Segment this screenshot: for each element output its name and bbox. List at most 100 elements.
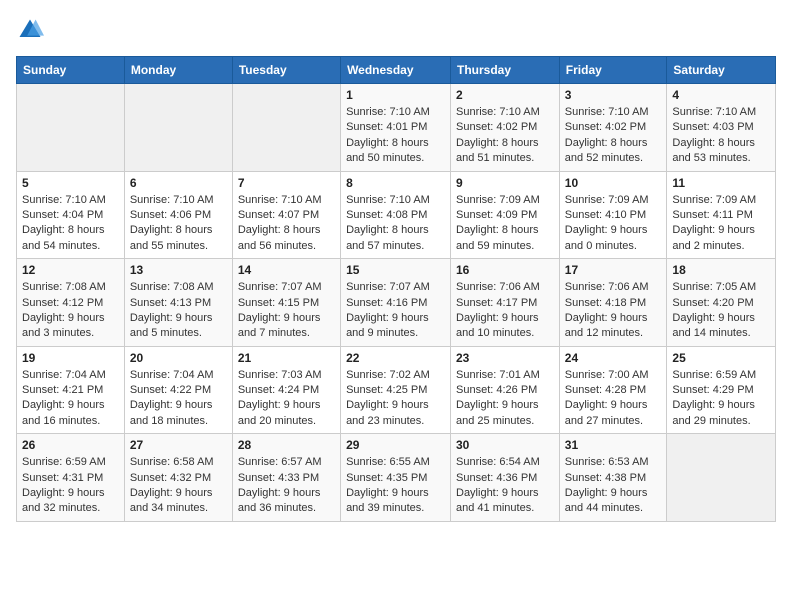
calendar-day-cell: 30 Sunrise: 6:54 AM Sunset: 4:36 PM Dayli… <box>451 434 560 522</box>
day-number: 29 <box>346 438 445 452</box>
day-info: Sunrise: 7:02 AM Sunset: 4:25 PM Dayligh… <box>346 368 445 430</box>
calendar-day-cell <box>232 84 340 172</box>
calendar-day-cell: 16 Sunrise: 7:06 AM Sunset: 4:17 PM Dayli… <box>451 259 560 347</box>
calendar-day-cell: 1 Sunrise: 7:10 AM Sunset: 4:01 PM Daylig… <box>341 84 451 172</box>
day-number: 17 <box>565 263 662 277</box>
day-number: 30 <box>456 438 554 452</box>
day-number: 6 <box>130 176 227 190</box>
day-info: Sunrise: 6:58 AM Sunset: 4:32 PM Dayligh… <box>130 455 227 517</box>
calendar-week-row: 19 Sunrise: 7:04 AM Sunset: 4:21 PM Dayli… <box>17 346 776 434</box>
day-info: Sunrise: 7:06 AM Sunset: 4:18 PM Dayligh… <box>565 280 662 342</box>
calendar-day-cell: 10 Sunrise: 7:09 AM Sunset: 4:10 PM Dayli… <box>559 171 667 259</box>
logo <box>16 16 46 44</box>
day-of-week-header: Friday <box>559 57 667 84</box>
calendar-day-cell: 13 Sunrise: 7:08 AM Sunset: 4:13 PM Dayli… <box>124 259 232 347</box>
day-info: Sunrise: 7:10 AM Sunset: 4:07 PM Dayligh… <box>238 193 335 255</box>
day-number: 10 <box>565 176 662 190</box>
day-of-week-header: Wednesday <box>341 57 451 84</box>
page-header <box>16 16 776 44</box>
day-info: Sunrise: 6:57 AM Sunset: 4:33 PM Dayligh… <box>238 455 335 517</box>
calendar-day-cell: 20 Sunrise: 7:04 AM Sunset: 4:22 PM Dayli… <box>124 346 232 434</box>
day-info: Sunrise: 7:10 AM Sunset: 4:03 PM Dayligh… <box>672 105 770 167</box>
day-info: Sunrise: 7:08 AM Sunset: 4:13 PM Dayligh… <box>130 280 227 342</box>
day-number: 1 <box>346 88 445 102</box>
day-of-week-header: Thursday <box>451 57 560 84</box>
day-number: 9 <box>456 176 554 190</box>
calendar-day-cell: 17 Sunrise: 7:06 AM Sunset: 4:18 PM Dayli… <box>559 259 667 347</box>
day-number: 16 <box>456 263 554 277</box>
day-info: Sunrise: 7:10 AM Sunset: 4:04 PM Dayligh… <box>22 193 119 255</box>
calendar-header-row: SundayMondayTuesdayWednesdayThursdayFrid… <box>17 57 776 84</box>
calendar-day-cell: 5 Sunrise: 7:10 AM Sunset: 4:04 PM Daylig… <box>17 171 125 259</box>
calendar-day-cell: 2Sunrise: 7:10 AM Sunset: 4:02 PM Daylig… <box>451 84 560 172</box>
day-number: 5 <box>22 176 119 190</box>
day-number: 26 <box>22 438 119 452</box>
calendar-day-cell: 3 Sunrise: 7:10 AM Sunset: 4:02 PM Daylig… <box>559 84 667 172</box>
day-info: Sunrise: 6:55 AM Sunset: 4:35 PM Dayligh… <box>346 455 445 517</box>
day-number: 2 <box>456 88 554 102</box>
day-number: 7 <box>238 176 335 190</box>
day-info: Sunrise: 7:09 AM Sunset: 4:11 PM Dayligh… <box>672 193 770 255</box>
day-number: 12 <box>22 263 119 277</box>
day-info: Sunrise: 7:05 AM Sunset: 4:20 PM Dayligh… <box>672 280 770 342</box>
day-number: 15 <box>346 263 445 277</box>
day-number: 25 <box>672 351 770 365</box>
calendar-day-cell: 7 Sunrise: 7:10 AM Sunset: 4:07 PM Daylig… <box>232 171 340 259</box>
day-info: Sunrise: 7:03 AM Sunset: 4:24 PM Dayligh… <box>238 368 335 430</box>
day-number: 3 <box>565 88 662 102</box>
day-number: 19 <box>22 351 119 365</box>
calendar-week-row: 12 Sunrise: 7:08 AM Sunset: 4:12 PM Dayli… <box>17 259 776 347</box>
day-info: Sunrise: 7:09 AM Sunset: 4:10 PM Dayligh… <box>565 193 662 255</box>
day-number: 13 <box>130 263 227 277</box>
calendar-day-cell: 12 Sunrise: 7:08 AM Sunset: 4:12 PM Dayli… <box>17 259 125 347</box>
day-number: 27 <box>130 438 227 452</box>
calendar-day-cell: 29 Sunrise: 6:55 AM Sunset: 4:35 PM Dayli… <box>341 434 451 522</box>
day-number: 28 <box>238 438 335 452</box>
calendar-day-cell: 8Sunrise: 7:10 AM Sunset: 4:08 PM Daylig… <box>341 171 451 259</box>
day-info: Sunrise: 7:09 AM Sunset: 4:09 PM Dayligh… <box>456 193 554 255</box>
calendar-table: SundayMondayTuesdayWednesdayThursdayFrid… <box>16 56 776 522</box>
day-info: Sunrise: 7:06 AM Sunset: 4:17 PM Dayligh… <box>456 280 554 342</box>
day-info: Sunrise: 7:08 AM Sunset: 4:12 PM Dayligh… <box>22 280 119 342</box>
calendar-day-cell: 24Sunrise: 7:00 AM Sunset: 4:28 PM Dayli… <box>559 346 667 434</box>
day-number: 31 <box>565 438 662 452</box>
day-number: 24 <box>565 351 662 365</box>
day-of-week-header: Sunday <box>17 57 125 84</box>
day-of-week-header: Saturday <box>667 57 776 84</box>
day-info: Sunrise: 6:54 AM Sunset: 4:36 PM Dayligh… <box>456 455 554 517</box>
day-info: Sunrise: 7:07 AM Sunset: 4:15 PM Dayligh… <box>238 280 335 342</box>
calendar-day-cell <box>17 84 125 172</box>
day-of-week-header: Tuesday <box>232 57 340 84</box>
day-number: 23 <box>456 351 554 365</box>
calendar-day-cell: 9 Sunrise: 7:09 AM Sunset: 4:09 PM Daylig… <box>451 171 560 259</box>
calendar-day-cell <box>667 434 776 522</box>
logo-icon <box>16 16 44 44</box>
calendar-day-cell: 27 Sunrise: 6:58 AM Sunset: 4:32 PM Dayli… <box>124 434 232 522</box>
day-info: Sunrise: 6:59 AM Sunset: 4:29 PM Dayligh… <box>672 368 770 430</box>
day-info: Sunrise: 7:04 AM Sunset: 4:21 PM Dayligh… <box>22 368 119 430</box>
day-info: Sunrise: 7:01 AM Sunset: 4:26 PM Dayligh… <box>456 368 554 430</box>
day-info: Sunrise: 7:10 AM Sunset: 4:02 PM Dayligh… <box>565 105 662 167</box>
calendar-day-cell: 31Sunrise: 6:53 AM Sunset: 4:38 PM Dayli… <box>559 434 667 522</box>
day-info: Sunrise: 6:59 AM Sunset: 4:31 PM Dayligh… <box>22 455 119 517</box>
calendar-day-cell: 22Sunrise: 7:02 AM Sunset: 4:25 PM Dayli… <box>341 346 451 434</box>
calendar-day-cell: 11 Sunrise: 7:09 AM Sunset: 4:11 PM Dayli… <box>667 171 776 259</box>
calendar-week-row: 1 Sunrise: 7:10 AM Sunset: 4:01 PM Daylig… <box>17 84 776 172</box>
calendar-week-row: 5 Sunrise: 7:10 AM Sunset: 4:04 PM Daylig… <box>17 171 776 259</box>
calendar-day-cell: 18 Sunrise: 7:05 AM Sunset: 4:20 PM Dayli… <box>667 259 776 347</box>
day-info: Sunrise: 7:10 AM Sunset: 4:08 PM Dayligh… <box>346 193 445 255</box>
calendar-day-cell: 21Sunrise: 7:03 AM Sunset: 4:24 PM Dayli… <box>232 346 340 434</box>
day-number: 14 <box>238 263 335 277</box>
day-info: Sunrise: 7:10 AM Sunset: 4:06 PM Dayligh… <box>130 193 227 255</box>
day-info: Sunrise: 7:10 AM Sunset: 4:01 PM Dayligh… <box>346 105 445 167</box>
day-number: 18 <box>672 263 770 277</box>
day-info: Sunrise: 7:07 AM Sunset: 4:16 PM Dayligh… <box>346 280 445 342</box>
day-number: 20 <box>130 351 227 365</box>
day-info: Sunrise: 7:04 AM Sunset: 4:22 PM Dayligh… <box>130 368 227 430</box>
day-number: 11 <box>672 176 770 190</box>
calendar-day-cell: 28 Sunrise: 6:57 AM Sunset: 4:33 PM Dayli… <box>232 434 340 522</box>
calendar-day-cell <box>124 84 232 172</box>
calendar-day-cell: 15 Sunrise: 7:07 AM Sunset: 4:16 PM Dayli… <box>341 259 451 347</box>
day-of-week-header: Monday <box>124 57 232 84</box>
calendar-day-cell: 25 Sunrise: 6:59 AM Sunset: 4:29 PM Dayli… <box>667 346 776 434</box>
